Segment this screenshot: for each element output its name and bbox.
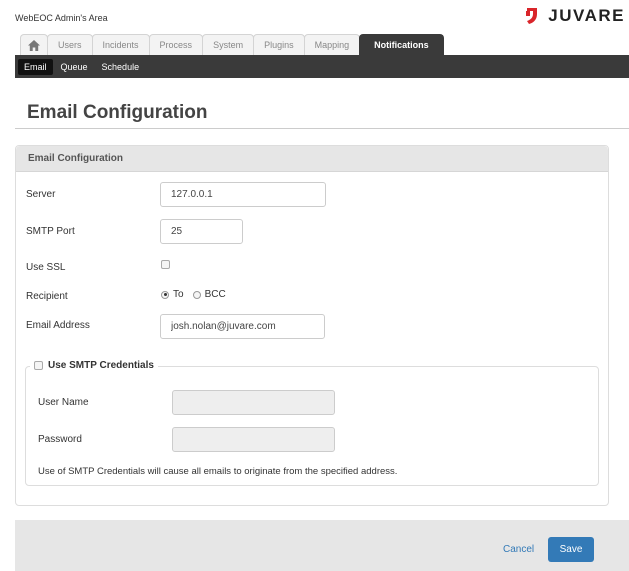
form-footer: Cancel Save [15,520,629,571]
panel-heading: Email Configuration [16,146,608,172]
smtp-credentials-note: Use of SMTP Credentials will cause all e… [38,466,398,477]
user-name-input[interactable] [172,390,335,415]
home-icon [28,39,40,51]
subnav-email[interactable]: Email [18,58,53,75]
recipient-to-label: To [173,289,184,300]
use-ssl-checkbox[interactable] [161,260,170,269]
smtp-port-input[interactable] [160,219,243,244]
use-smtp-credentials-checkbox[interactable] [34,361,43,370]
title-divider [15,128,629,129]
email-address-label: Email Address [26,320,90,331]
password-label: Password [38,434,82,445]
recipient-bcc-label: BCC [204,289,226,300]
sub-navigation: Email Queue Schedule [15,55,629,78]
page-title: Email Configuration [27,102,208,123]
tab-system[interactable]: System [202,34,255,55]
password-input[interactable] [172,427,335,452]
use-ssl-label: Use SSL [26,262,66,273]
use-smtp-credentials-label: Use SMTP Credentials [48,360,154,371]
tab-plugins[interactable]: Plugins [253,34,305,55]
server-label: Server [26,189,56,200]
tab-process[interactable]: Process [148,34,204,55]
logo-text: JUVARE [548,6,625,25]
tab-mapping[interactable]: Mapping [303,34,361,55]
tab-home[interactable] [20,34,48,55]
save-button[interactable]: Save [548,537,594,562]
tab-notifications[interactable]: Notifications [359,34,444,55]
recipient-label: Recipient [26,291,68,302]
tab-incidents[interactable]: Incidents [91,34,150,55]
email-configuration-panel: Email Configuration Server SMTP Port Use… [15,145,609,506]
email-address-input[interactable] [160,314,325,339]
subnav-queue[interactable]: Queue [55,59,94,75]
tab-users[interactable]: Users [47,34,93,55]
recipient-radio-group: To BCC [161,289,235,300]
smtp-credentials-legend: Use SMTP Credentials [30,360,158,371]
juvare-logo: JUVARE [522,6,625,26]
subnav-schedule[interactable]: Schedule [96,59,146,75]
user-name-label: User Name [38,397,89,408]
smtp-port-label: SMTP Port [26,226,75,237]
cancel-link[interactable]: Cancel [503,544,534,555]
server-input[interactable] [160,182,326,207]
main-tabs: Users Incidents Process System Plugins M… [20,34,444,55]
recipient-bcc-radio[interactable] [192,290,201,299]
juvare-logo-icon [522,6,542,26]
recipient-to-radio[interactable] [161,290,169,299]
app-title: WebEOC Admin's Area [15,13,108,23]
smtp-credentials-fieldset: Use SMTP Credentials User Name Password … [25,360,599,486]
